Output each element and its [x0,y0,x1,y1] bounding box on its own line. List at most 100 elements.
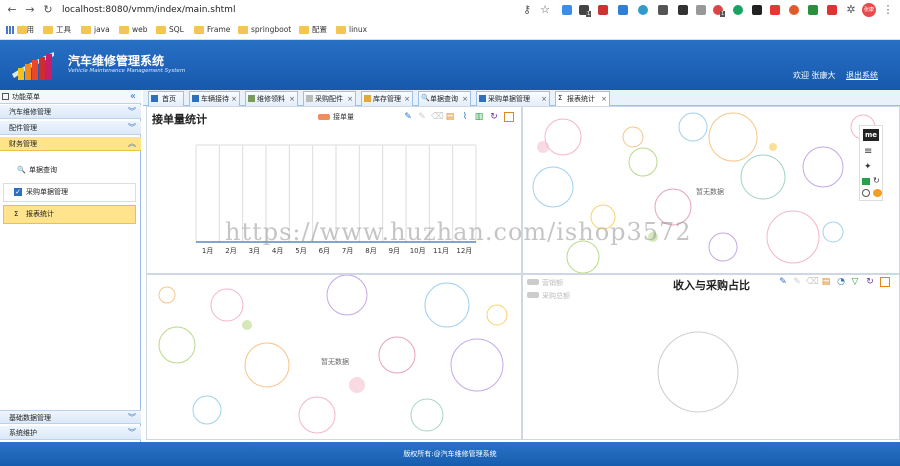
close-icon[interactable]: × [462,92,468,106]
extension-icon[interactable] [733,5,743,15]
mark-clear-icon[interactable]: ⌫ [431,112,444,122]
browser-chrome: ← → ↻ localhost:8080/vmm/index/main.shtm… [0,0,900,40]
data-view-icon[interactable]: ▤ [445,112,455,122]
collapse-icon[interactable]: « [130,90,136,104]
sidebar-section-label: 汽车维修管理 [9,108,51,116]
forward-icon[interactable]: → [24,4,36,16]
close-icon[interactable]: × [347,92,353,106]
close-icon[interactable]: × [231,92,237,106]
x-tick-label: 6月 [319,247,330,255]
back-icon[interactable]: ← [6,4,18,16]
search-icon: 🔍 [421,94,430,102]
tab-label: 单据查询 [430,95,458,103]
sidebar-section-system[interactable]: 系统维护 ︾ [0,426,141,440]
extension-icon[interactable] [827,5,837,15]
pie-empty-ring [657,331,739,413]
bookmark-folder[interactable]: Frame [194,24,230,36]
menu-kebab-icon[interactable]: ⋮ [882,4,894,16]
bookmark-apps[interactable]: 应用 [17,24,34,36]
extension-icon[interactable] [678,5,688,15]
bookmark-folder[interactable]: java [81,24,110,36]
tab-label: 库存管理 [373,95,401,103]
cart-icon [306,95,313,102]
tab-label: 采购单据管理 [488,95,530,103]
sidebar-section-parts[interactable]: 配件管理 ︾ [0,121,141,135]
chevron-down-icon: ︾ [128,123,136,132]
refresh-icon[interactable]: ↻ [873,176,880,185]
mark-undo-icon[interactable]: ✎ [417,112,427,122]
sidebar-item-label: 报表统计 [26,210,54,218]
bookmark-folder[interactable]: 配置 [299,24,327,36]
extension-icon[interactable] [752,5,762,15]
extension-icon[interactable] [562,5,572,15]
apps-grid-icon[interactable] [6,26,14,34]
extension-icon[interactable] [696,5,706,15]
extension-badge: 1 [586,11,592,17]
bookmark-folder[interactable]: springboot [238,24,291,36]
info-icon[interactable] [862,189,870,197]
chevron-down-icon: ︾ [128,413,136,422]
sidebar-section-label: 基础数据管理 [9,414,51,422]
extension-icon[interactable] [789,5,799,15]
no-data-label: 暂无数据 [321,358,349,366]
bookmark-star-icon[interactable]: ☆ [539,4,551,16]
sidebar-section-finance[interactable]: 财务管理 ︽ [0,137,141,151]
image-icon[interactable] [862,178,870,185]
box-icon [248,95,255,102]
sidebar-item-reports[interactable]: Σ 报表统计 [3,205,136,224]
extension-icon[interactable] [808,5,818,15]
home-icon [151,95,158,102]
close-icon[interactable]: × [541,92,547,106]
sidebar-section-repair[interactable]: 汽车维修管理 ︾ [0,105,141,119]
extension-icon[interactable] [770,5,780,15]
close-icon[interactable]: × [601,92,607,106]
reload-icon[interactable]: ↻ [42,4,54,16]
tab-purchase-bills[interactable]: 采购单据管理 × [476,91,550,106]
close-icon[interactable]: × [289,92,295,106]
app-title: 汽车维修管理系统 [68,54,165,68]
bar-chart-icon[interactable]: ▥ [474,112,484,122]
extension-icon[interactable] [618,5,628,15]
extension-icon[interactable] [598,5,608,15]
extension-icon[interactable] [658,5,668,15]
bookmark-folder[interactable]: SQL [156,24,184,36]
profile-avatar[interactable]: 张康 [862,3,876,17]
logout-link[interactable]: 退出系统 [846,70,878,81]
restore-icon[interactable]: ↻ [489,112,499,122]
tab-home[interactable]: 首页 [148,91,184,106]
magic-wand-icon[interactable]: ✦ [864,162,872,172]
no-data-label: 暂无数据 [696,188,724,196]
sidebar-section-base-data[interactable]: 基础数据管理 ︾ [0,410,141,424]
legend-swatch[interactable] [318,114,330,120]
sidebar-item-purchase-bills[interactable]: ✓ 采购单据管理 [3,183,136,202]
footer: 版权所有:@汽车维修管理系统 [0,442,900,466]
key-icon[interactable]: ⚷ [521,4,533,16]
bookmark-folder[interactable]: linux [336,24,367,36]
menu-icon[interactable]: ≡ [864,146,872,157]
extensions-puzzle-icon[interactable]: ✲ [845,4,857,16]
search-icon: 🔍 [17,166,26,174]
bookmark-folder[interactable]: web [119,24,148,36]
save-image-icon[interactable] [504,112,514,122]
x-tick-label: 3月 [249,247,260,255]
tab-reception[interactable]: 车辆接待 × [189,91,240,106]
close-icon[interactable]: × [404,92,410,106]
bookmark-folder[interactable]: 工具 [43,24,71,36]
x-tick-label: 11月 [433,247,449,255]
tab-purchase-parts[interactable]: 采购配件 × [303,91,356,106]
mark-pen-icon[interactable]: ✎ [403,112,413,122]
extension-icon[interactable] [638,5,648,15]
tab-reports[interactable]: Σ 报表统计 × [555,91,610,106]
line-chart-icon[interactable]: ⌇ [460,112,470,122]
tab-bill-query[interactable]: 🔍 单据查询 × [418,91,471,106]
x-tick-label: 4月 [272,247,283,255]
url-bar[interactable]: localhost:8080/vmm/index/main.shtml [62,3,562,18]
tab-material[interactable]: 维修领料 × [245,91,298,106]
bubble-placeholder-panel-bottom: 暂无数据 [146,274,522,440]
eye-icon[interactable] [873,189,882,197]
legend-label[interactable]: 接单量 [333,112,354,122]
sidebar-item-bill-query[interactable]: 🔍 单据查询 [3,162,136,181]
tab-inventory[interactable]: 库存管理 × [361,91,413,106]
me-badge[interactable]: me [863,129,879,141]
x-tick-label: 12月 [456,247,472,255]
